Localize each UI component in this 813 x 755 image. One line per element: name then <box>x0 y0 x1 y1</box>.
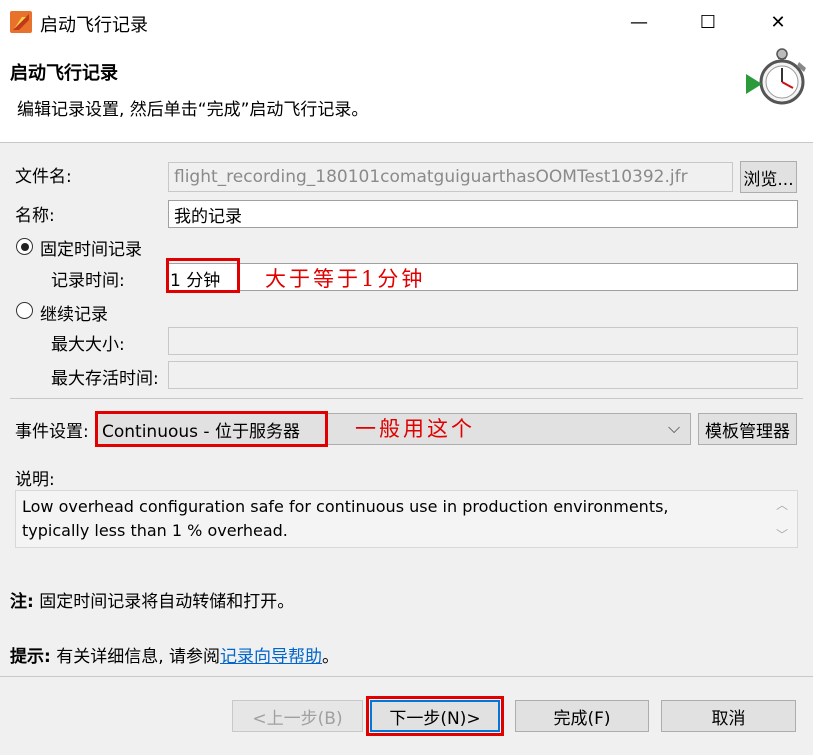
chevron-down-icon[interactable]: ⌵ <box>668 418 680 438</box>
annotation-event-note: 一般用这个 <box>355 417 475 441</box>
max-age-input <box>168 361 798 389</box>
description-text: Low overhead configuration safe for cont… <box>15 490 798 548</box>
cancel-button[interactable]: 取消 <box>661 700 796 732</box>
hint-text: 提示: 有关详细信息, 请参阅记录向导帮助。 <box>10 642 339 667</box>
max-size-label: 最大大小: <box>51 335 125 355</box>
finish-button[interactable]: 完成(F) <box>515 700 649 732</box>
file-name-label: 文件名: <box>15 167 72 187</box>
page-description: 编辑记录设置, 然后单击“完成”启动飞行记录。 <box>17 100 369 120</box>
max-age-label: 最大存活时间: <box>51 369 159 389</box>
description-label: 说明: <box>15 470 55 490</box>
separator <box>10 398 803 399</box>
description-line-2: typically less than 1 % overhead. <box>22 521 288 540</box>
window-title: 启动飞行记录 <box>40 15 148 36</box>
hint-body: 有关详细信息, 请参阅 <box>50 647 221 667</box>
page-title: 启动飞行记录 <box>10 63 118 84</box>
continuous-radio-label[interactable]: 继续记录 <box>40 300 108 325</box>
back-button[interactable]: <上一步(B) <box>232 700 363 732</box>
scroll-up-icon[interactable]: ︿ <box>776 496 788 513</box>
maximize-button[interactable]: ☐ <box>673 0 743 44</box>
highlight-box-next <box>366 696 504 736</box>
minimize-button[interactable]: — <box>604 0 674 44</box>
fixed-time-radio[interactable] <box>16 238 33 255</box>
highlight-box-record-time <box>166 258 240 293</box>
fixed-time-radio-label[interactable]: 固定时间记录 <box>40 235 142 260</box>
file-name-field: flight_recording_180101comatguiguarthasO… <box>168 162 733 192</box>
browse-button[interactable]: 浏览... <box>740 161 797 193</box>
radio-selected-dot <box>20 242 29 251</box>
hint-end: 。 <box>322 647 340 667</box>
hint-label: 提示: <box>10 647 51 667</box>
name-label: 名称: <box>15 206 55 226</box>
app-icon <box>10 11 32 33</box>
highlight-box-event <box>95 411 328 447</box>
note-label: 注: <box>10 592 34 612</box>
name-input[interactable]: 我的记录 <box>168 200 798 228</box>
note-body: 固定时间记录将自动转储和打开。 <box>33 592 295 612</box>
note-text: 注: 固定时间记录将自动转储和打开。 <box>10 587 294 612</box>
event-settings-label: 事件设置: <box>15 422 89 442</box>
record-time-label: 记录时间: <box>51 271 125 291</box>
description-line-1: Low overhead configuration safe for cont… <box>22 497 669 516</box>
wizard-help-link[interactable]: 记录向导帮助 <box>220 647 322 667</box>
record-time-input[interactable] <box>168 263 798 291</box>
max-size-input <box>168 327 798 355</box>
continuous-radio[interactable] <box>16 302 33 319</box>
stopwatch-icon <box>744 48 812 106</box>
close-button[interactable]: ✕ <box>743 0 813 44</box>
template-manager-button[interactable]: 模板管理器 <box>698 413 797 445</box>
annotation-time-note: 大于等于1分钟 <box>265 267 426 291</box>
wizard-header <box>0 44 813 143</box>
scroll-down-icon[interactable]: ﹀ <box>776 526 788 543</box>
